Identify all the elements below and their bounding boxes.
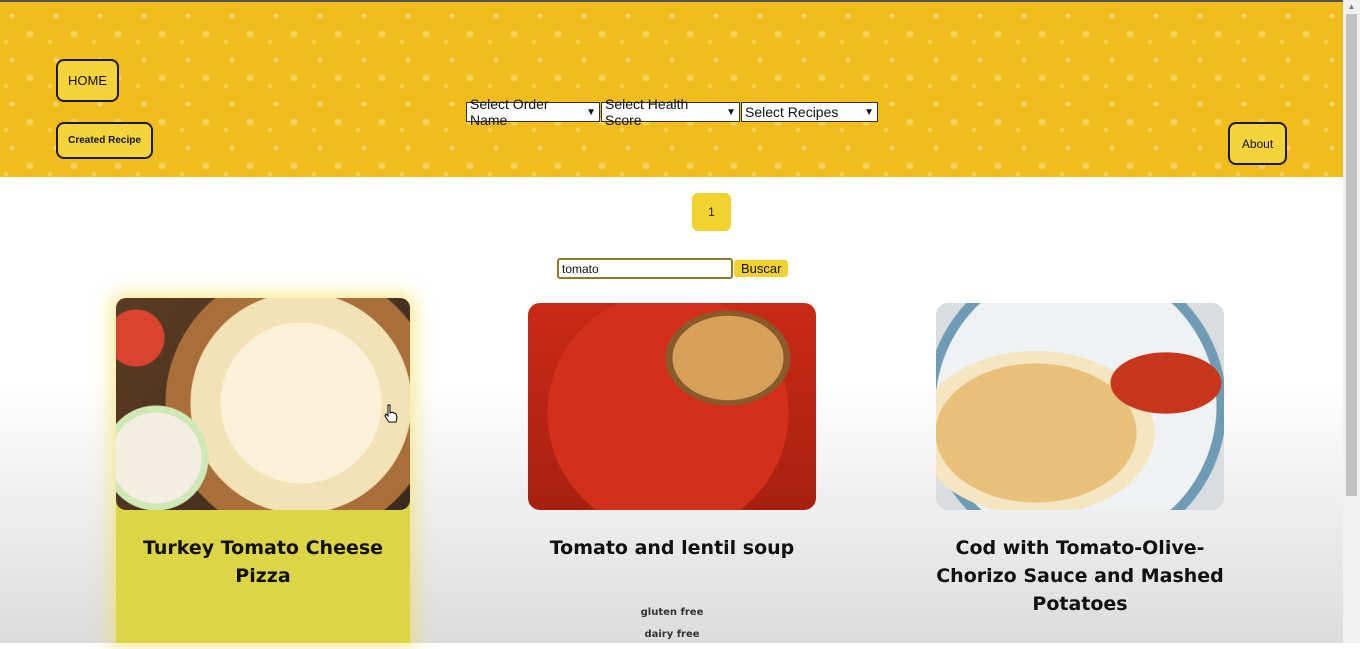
recipe-image[interactable]	[528, 303, 816, 510]
chevron-down-icon: ▼	[726, 106, 736, 118]
recipes-select-label: Select Recipes	[745, 104, 839, 120]
health-select-label: Select Health Score	[605, 96, 689, 128]
filter-bar: Select Order Name ▼ Select Health Score …	[466, 96, 878, 128]
health-score-select[interactable]: Select Health Score ▼	[601, 96, 740, 128]
chevron-down-icon: ▼	[586, 106, 596, 118]
diet-tags: gluten free dairy free	[528, 605, 816, 649]
diet-tag: dairy free	[644, 629, 700, 640]
order-select-label: Select Order Name	[470, 96, 549, 128]
scrollbar-thumb[interactable]	[1346, 14, 1357, 496]
created-recipe-button[interactable]: Created Recipe	[56, 122, 153, 159]
pagination-page-button[interactable]: 1	[692, 193, 731, 231]
order-name-select[interactable]: Select Order Name ▼	[466, 96, 600, 128]
header-banner: HOME Created Recipe Select Order Name ▼ …	[0, 0, 1343, 177]
recipe-title: Turkey Tomato Cheese Pizza	[142, 537, 384, 587]
recipe-image[interactable]	[116, 298, 410, 510]
recipes-select[interactable]: Select Recipes ▼	[741, 102, 878, 122]
diet-tag: gluten free	[640, 607, 704, 618]
recipe-title: Tomato and lentil soup	[549, 537, 795, 559]
recipe-image[interactable]	[936, 303, 1224, 510]
recipe-title: Cod with Tomato-Olive-Chorizo Sauce and …	[936, 537, 1224, 615]
chevron-down-icon: ▼	[864, 106, 874, 118]
recipe-card[interactable]: Turkey Tomato Cheese Pizza	[116, 298, 410, 643]
scroll-up-icon[interactable]: ▲	[1346, 2, 1357, 12]
home-button[interactable]: HOME	[56, 59, 119, 102]
search-button[interactable]: Buscar	[734, 260, 789, 277]
about-button[interactable]: About	[1228, 122, 1287, 165]
search-input[interactable]	[557, 258, 733, 279]
hand-pointer-icon	[384, 404, 398, 423]
search-bar: Buscar	[557, 258, 789, 279]
